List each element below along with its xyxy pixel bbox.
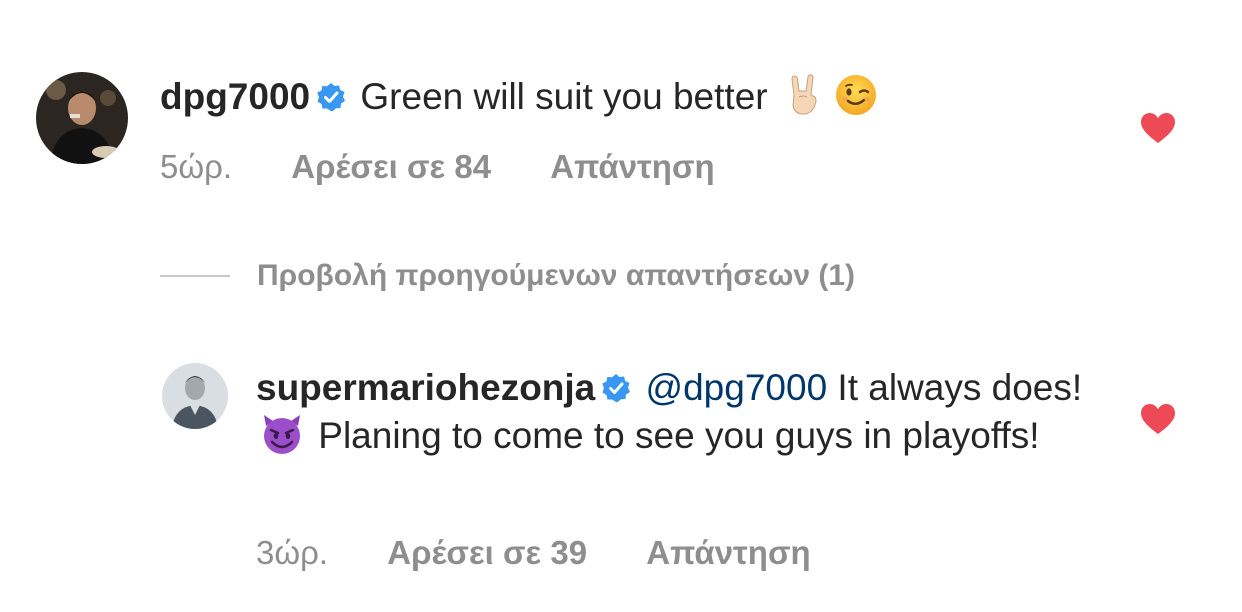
winking-face-emoji-icon	[834, 73, 878, 117]
avatar-image	[162, 363, 228, 429]
comment-body: supermariohezonja @dpg7000 It always doe…	[256, 364, 1086, 460]
heart-icon[interactable]	[1140, 403, 1176, 435]
comment-meta: 5ώρ. Αρέσει σε 84 Απάντηση	[160, 147, 715, 187]
comment-timestamp: 3ώρ.	[256, 534, 329, 571]
mention-link[interactable]: @dpg7000	[646, 367, 828, 408]
avatar-supermariohezonja[interactable]	[162, 363, 228, 429]
verified-badge-icon	[316, 82, 346, 112]
view-previous-replies-button[interactable]: Προβολή προηγούμενων απαντήσεων (1)	[160, 256, 855, 296]
view-replies-label: Προβολή προηγούμενων απαντήσεων (1)	[257, 259, 856, 292]
reply-button[interactable]: Απάντηση	[550, 147, 714, 187]
likes-count-link[interactable]: Αρέσει σε 84	[291, 147, 491, 187]
comment-timestamp: 5ώρ.	[160, 148, 233, 185]
avatar-image	[36, 72, 128, 164]
comment-username[interactable]: supermariohezonja	[256, 367, 595, 408]
likes-count-link[interactable]: Αρέσει σε 39	[387, 533, 587, 573]
verified-badge-icon	[601, 373, 631, 403]
comment-text-part2: Planing to come to see you guys in playo…	[308, 415, 1040, 456]
rock-on-hand-emoji-icon	[782, 73, 826, 117]
comment-text: Green will suit you better	[360, 76, 768, 117]
smiling-devil-emoji-icon	[260, 412, 304, 456]
heart-icon[interactable]	[1140, 112, 1176, 144]
avatar-dpg7000[interactable]	[36, 72, 128, 164]
comment-text-part1: It always does!	[827, 367, 1083, 408]
reply-button[interactable]: Απάντηση	[646, 533, 810, 573]
divider-line	[160, 275, 230, 277]
comment-body: dpg7000 Green will suit you better	[160, 73, 1040, 121]
comment-username[interactable]: dpg7000	[160, 76, 310, 117]
comment-meta: 3ώρ. Αρέσει σε 39 Απάντηση	[256, 533, 811, 573]
